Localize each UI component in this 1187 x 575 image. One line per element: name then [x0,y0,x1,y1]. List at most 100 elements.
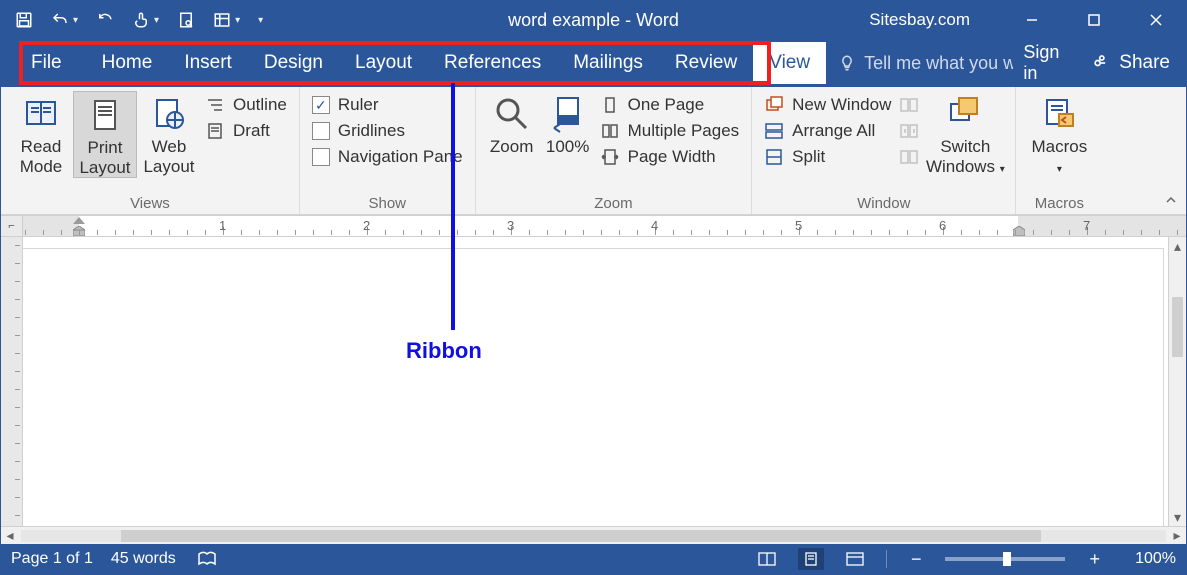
one-page-button[interactable]: One Page [600,95,740,115]
book-icon [197,551,217,567]
chevron-down-icon: ▾ [73,15,78,26]
print-layout-button[interactable]: Print Layout [73,91,137,178]
zoom-out-button[interactable]: − [905,549,928,570]
group-zoom: Zoom 100 100% One Page Multiple Pages Pa… [476,87,753,214]
page-width-label: Page Width [628,147,716,167]
ribbon: Read Mode Print Layout Web Layout Outlin… [1,87,1186,215]
outline-icon [205,95,225,115]
tab-home[interactable]: Home [86,42,169,84]
tell-me-placeholder: Tell me what you want to do [864,53,1013,74]
print-layout-icon [801,551,821,567]
navigation-pane-checkbox[interactable]: Navigation Pane [312,147,463,167]
annotation-label: Ribbon [406,338,482,364]
arrange-all-icon [764,121,784,141]
first-line-indent-marker[interactable] [73,217,85,224]
zoom-100-button[interactable]: 100 100% [540,91,596,157]
web-layout-icon [149,93,189,135]
vertical-ruler[interactable] [1,237,23,526]
macros-button[interactable]: Macros▾ [1024,91,1094,176]
scroll-down-button[interactable]: ▾ [1169,508,1186,526]
tab-mailings[interactable]: Mailings [557,42,659,84]
qat-customize-button[interactable]: ▾ [258,15,263,26]
gridlines-checkbox[interactable]: Gridlines [312,121,463,141]
svg-text:100: 100 [562,118,574,125]
ruler-corner: ⌐ [1,216,23,236]
draft-button[interactable]: Draft [205,121,287,141]
outline-button[interactable]: Outline [205,95,287,115]
save-button[interactable] [15,11,33,29]
tab-review[interactable]: Review [659,42,753,84]
scroll-up-button[interactable]: ▴ [1169,237,1186,255]
page-viewport[interactable]: < [23,237,1168,526]
macros-label: Macros▾ [1031,137,1087,176]
page-width-button[interactable]: Page Width [600,147,740,167]
scroll-thumb[interactable] [1172,297,1183,357]
close-icon [1149,13,1163,27]
hscroll-track[interactable] [21,530,1166,542]
title-bar: ▾ ▾ ▾ ▾ word example - Word Sitesbay.com [1,1,1186,39]
tab-insert[interactable]: Insert [168,42,248,84]
view-side-by-side-button [899,95,919,115]
tab-view[interactable]: View [753,42,826,84]
chevron-down-icon: ▾ [235,15,240,26]
web-layout-icon [845,551,865,567]
spelling-status-button[interactable] [194,548,220,570]
hscroll-thumb[interactable] [121,530,1041,542]
word-count-status[interactable]: 45 words [111,550,176,568]
collapse-ribbon-button[interactable] [1164,193,1178,210]
zoom-slider-knob[interactable] [1003,552,1011,566]
zoom-in-button[interactable]: + [1083,549,1106,570]
undo-button[interactable]: ▾ [51,11,78,29]
zoom-slider[interactable] [945,557,1065,561]
reset-position-icon [899,147,919,167]
multiple-pages-button[interactable]: Multiple Pages [600,121,740,141]
horizontal-scrollbar[interactable]: ◂ ▸ [1,526,1186,544]
ruler-label: Ruler [338,95,379,115]
redo-button[interactable] [96,11,114,29]
horizontal-ruler[interactable]: ⌐ 1234567 [1,215,1186,237]
tab-file[interactable]: File [1,42,86,84]
group-window-label: Window [760,191,1007,212]
quick-print-button[interactable]: ▾ [213,11,240,29]
switch-windows-button[interactable]: Switch Windows ▾ [923,91,1007,176]
group-macros: Macros▾ Macros [1016,87,1102,214]
split-button[interactable]: Split [764,147,891,167]
scroll-left-button[interactable]: ◂ [1,527,19,545]
new-window-button[interactable]: New Window [764,95,891,115]
page-number-status[interactable]: Page 1 of 1 [11,550,93,568]
web-layout-button[interactable]: Web Layout [137,91,201,176]
vertical-scrollbar[interactable]: ▴ ▾ [1168,237,1186,526]
print-preview-button[interactable] [177,11,195,29]
group-views-label: Views [9,191,291,212]
web-layout-view-button[interactable] [842,548,868,570]
ruler-checkbox[interactable]: ✓ Ruler [312,95,463,115]
print-layout-view-button[interactable] [798,548,824,570]
close-button[interactable] [1132,1,1180,39]
gridlines-label: Gridlines [338,121,405,141]
touch-mode-button[interactable]: ▾ [132,11,159,29]
touch-icon [132,11,150,29]
minimize-button[interactable] [1008,1,1056,39]
read-mode-icon [21,93,61,135]
read-mode-view-button[interactable] [754,548,780,570]
tab-references[interactable]: References [428,42,557,84]
one-page-icon [600,95,620,115]
group-window: New Window Arrange All Split [752,87,1016,214]
reset-position-button [899,147,919,167]
maximize-button[interactable] [1070,1,1118,39]
read-mode-button[interactable]: Read Mode [9,91,73,176]
tab-layout[interactable]: Layout [339,42,428,84]
zoom-100-icon: 100 [548,93,588,135]
document-page[interactable] [23,249,1163,526]
new-window-icon [764,95,784,115]
macros-icon [1039,93,1079,135]
sign-in-button[interactable]: Sign in [1013,42,1075,84]
zoom-button[interactable]: Zoom [484,91,540,157]
scroll-right-button[interactable]: ▸ [1168,527,1186,545]
share-button[interactable]: Share [1075,39,1186,87]
zoom-level-status[interactable]: 100% [1124,550,1176,568]
tell-me-search[interactable]: Tell me what you want to do [838,53,1013,74]
arrange-all-button[interactable]: Arrange All [764,121,891,141]
tab-design[interactable]: Design [248,42,339,84]
draft-icon [205,121,225,141]
